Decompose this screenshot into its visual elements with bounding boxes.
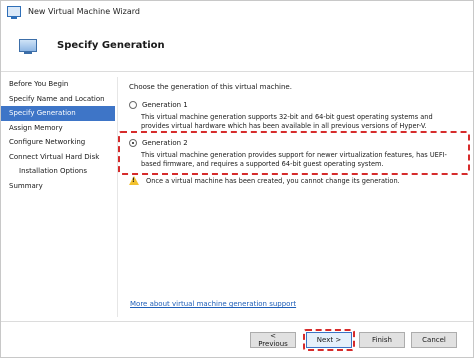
page-title: Specify Generation [57, 40, 165, 51]
sidebar-item-summary[interactable]: Summary [1, 179, 115, 194]
generation-1-label[interactable]: Generation 1 [142, 101, 188, 109]
virtual-machine-icon [7, 5, 21, 19]
sidebar-item-connect-virtual-hard-disk[interactable]: Connect Virtual Hard Disk [1, 150, 115, 165]
generation-2-option: Generation 2 This virtual machine genera… [129, 139, 461, 169]
window-title: New Virtual Machine Wizard [28, 6, 140, 16]
generation-2-label[interactable]: Generation 2 [142, 139, 188, 147]
next-button[interactable]: Next > [306, 332, 352, 348]
wizard-steps-sidebar: Before You Begin Specify Name and Locati… [1, 77, 115, 193]
sidebar-item-specify-generation[interactable]: Specify Generation [1, 106, 115, 121]
generation-2-description: This virtual machine generation provides… [141, 151, 447, 168]
warning-text: Once a virtual machine has been created,… [146, 176, 400, 185]
sidebar-item-before-you-begin[interactable]: Before You Begin [1, 77, 115, 92]
finish-button[interactable]: Finish [359, 332, 405, 348]
sidebar-item-specify-name-and-location[interactable]: Specify Name and Location [1, 92, 115, 107]
sidebar-item-configure-networking[interactable]: Configure Networking [1, 135, 115, 150]
sidebar-divider [117, 77, 118, 317]
title-bar: New Virtual Machine Wizard [1, 1, 473, 21]
cancel-button[interactable]: Cancel [411, 332, 457, 348]
sidebar-item-installation-options[interactable]: Installation Options [1, 164, 115, 179]
previous-button[interactable]: < Previous [250, 332, 296, 348]
generation-warning: Once a virtual machine has been created,… [129, 176, 400, 185]
generation-2-radio[interactable] [129, 139, 137, 147]
generation-1-radio[interactable] [129, 101, 137, 109]
warning-icon [129, 176, 139, 185]
main-content: Choose the generation of this virtual ma… [118, 83, 470, 185]
virtual-machine-icon [19, 39, 37, 54]
wizard-window: New Virtual Machine Wizard Specify Gener… [0, 0, 474, 358]
wizard-header: Specify Generation [1, 21, 473, 72]
more-about-generation-link[interactable]: More about virtual machine generation su… [130, 300, 296, 308]
sidebar-item-assign-memory[interactable]: Assign Memory [1, 121, 115, 136]
generation-1-description: This virtual machine generation supports… [141, 113, 433, 130]
generation-1-option: Generation 1 This virtual machine genera… [129, 101, 461, 131]
footer-divider [1, 321, 473, 322]
intro-text: Choose the generation of this virtual ma… [129, 83, 292, 91]
